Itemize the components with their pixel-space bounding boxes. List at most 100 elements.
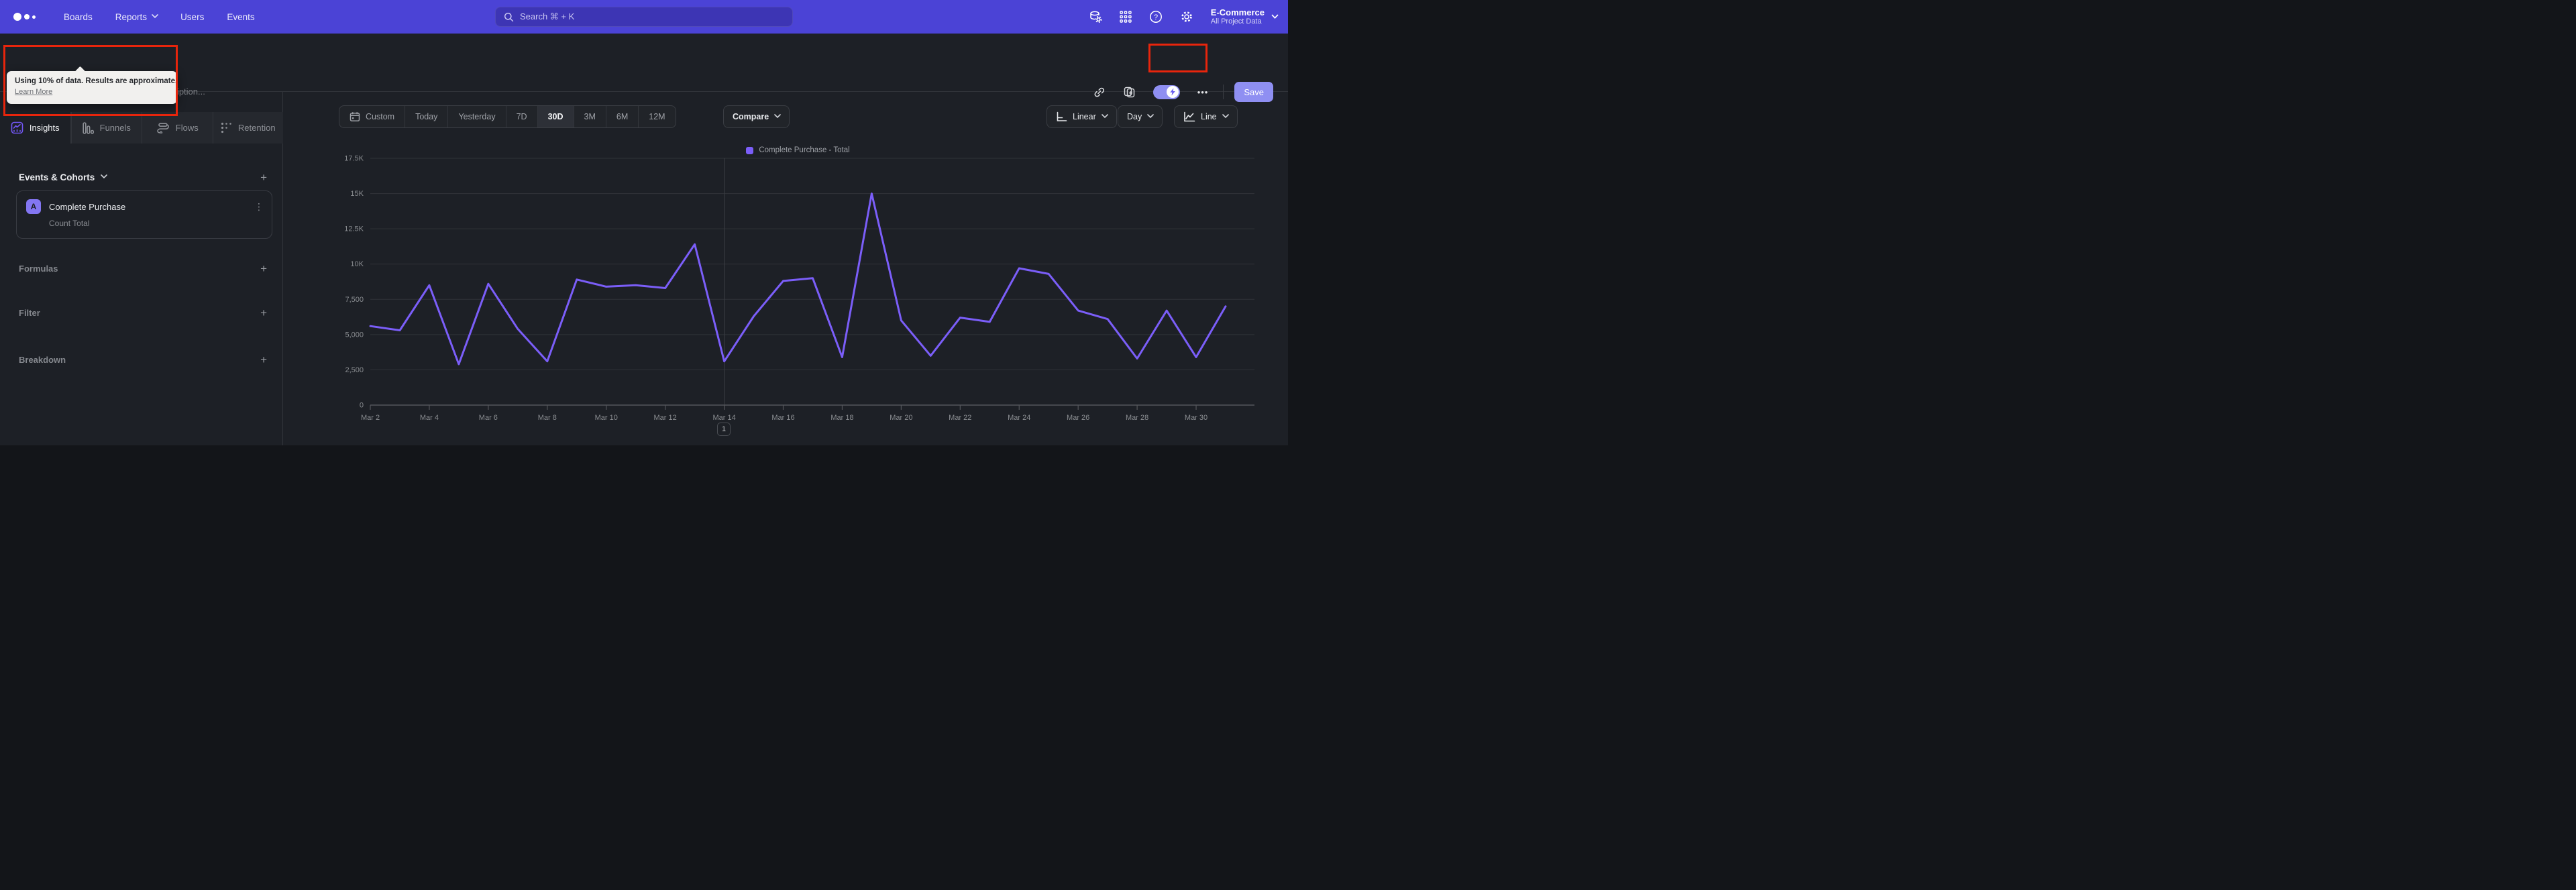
x-axis-label: Mar 12 [654, 414, 677, 422]
nav-label: Reports [115, 11, 148, 22]
nav-label: Events [227, 11, 255, 22]
add-breakdown-button[interactable]: + [260, 354, 267, 366]
range-6m[interactable]: 6M [605, 106, 638, 127]
event-metric[interactable]: Count Total [49, 219, 272, 228]
nav-label: Users [180, 11, 205, 22]
y-axis-label: 15K [350, 190, 364, 198]
tab-funnels[interactable]: Funnels [70, 112, 142, 144]
project-selector[interactable]: E-Commerce All Project Data [1211, 7, 1279, 26]
topbar-right-group: ? E-Commerce All Project Data [1089, 0, 1279, 34]
filter-label: Filter [19, 308, 40, 318]
x-axis-label: Mar 8 [538, 414, 557, 422]
search-placeholder: Search ⌘ + K [520, 11, 575, 21]
axis-icon [1056, 111, 1067, 122]
compare-label: Compare [733, 112, 769, 121]
help-icon[interactable]: ? [1149, 10, 1163, 23]
line-chart: 0 2,500 5,000 7,500 10K 12.5K 15K 17.5K Mar 2 Mar… [288, 154, 1281, 431]
x-axis-label: Mar 4 [420, 414, 439, 422]
duplicate-add-icon[interactable] [1123, 86, 1136, 99]
range-7d[interactable]: 7D [505, 106, 537, 127]
x-axis-label: Mar 24 [1008, 414, 1030, 422]
linear-dropdown[interactable]: Linear [1046, 105, 1117, 128]
range-label: 3M [584, 112, 596, 121]
y-axis-label: 17.5K [344, 155, 364, 163]
day-dropdown[interactable]: Day [1118, 105, 1163, 128]
header-actions: ••• Save [1093, 82, 1288, 102]
nav-item-events[interactable]: Events [227, 12, 254, 22]
chart-legend[interactable]: Complete Purchase - Total [370, 146, 1226, 154]
x-axis-label: Mar 16 [771, 414, 794, 422]
search-input[interactable]: Search ⌘ + K [495, 7, 793, 27]
range-today[interactable]: Today [405, 106, 447, 127]
legend-label: Complete Purchase - Total [759, 146, 850, 154]
kebab-menu-icon[interactable]: ⋮ [254, 201, 264, 213]
header-actions-divider [1223, 85, 1224, 99]
save-button[interactable]: Save [1234, 82, 1273, 102]
y-axis-label: 10K [350, 260, 364, 268]
range-label: 7D [516, 112, 527, 121]
range-30d[interactable]: 30D [537, 106, 574, 127]
report-header: Untitled Sampled + Add description... [0, 34, 1288, 102]
range-yesterday[interactable]: Yesterday [447, 106, 505, 127]
sampling-toggle[interactable] [1152, 85, 1180, 99]
tab-flows[interactable]: Flows [142, 112, 213, 144]
breakdown-label: Breakdown [19, 355, 66, 365]
retention-icon [221, 122, 232, 133]
search-icon [504, 12, 514, 22]
nav-item-users[interactable]: Users [180, 12, 204, 22]
learn-more-link[interactable]: Learn More [15, 88, 52, 96]
tab-label: Flows [175, 123, 199, 133]
line-dropdown[interactable]: Line [1174, 105, 1238, 128]
y-axis-label: 5,000 [345, 331, 364, 339]
data-management-icon[interactable] [1089, 10, 1102, 23]
events-cohorts-label[interactable]: Events & Cohorts [19, 172, 108, 182]
range-12m[interactable]: 12M [638, 106, 675, 127]
x-axis-label: Mar 20 [890, 414, 912, 422]
event-card[interactable]: A Complete Purchase ⋮ Count Total [16, 190, 272, 239]
more-menu[interactable]: ••• [1197, 87, 1209, 97]
range-label: 6M [616, 112, 629, 121]
range-custom[interactable]: Custom [339, 106, 405, 127]
tab-insights[interactable]: Insights [0, 112, 71, 144]
x-axis-label: Mar 18 [830, 414, 853, 422]
range-label: Yesterday [458, 112, 496, 121]
mixpanel-logo-icon[interactable] [13, 13, 36, 21]
event-name: Complete Purchase [49, 201, 126, 212]
funnels-icon [83, 121, 94, 134]
apps-grid-icon[interactable] [1120, 11, 1132, 23]
chevron-down-icon [1147, 113, 1155, 120]
settings-gear-icon[interactable] [1180, 10, 1193, 23]
top-nav-items: Boards Reports Users Events [64, 12, 255, 22]
insights-icon [11, 121, 23, 134]
x-axis-label: Mar 10 [595, 414, 618, 422]
range-label: Custom [366, 112, 395, 121]
tab-label: Funnels [99, 123, 131, 133]
report-type-tabs: Insights Funnels Flows Retention [0, 112, 283, 144]
chart-data-line[interactable] [369, 192, 1227, 366]
compare-button[interactable]: Compare [723, 105, 790, 128]
view-label: Day [1127, 112, 1142, 121]
flows-icon [156, 122, 170, 133]
range-3m[interactable]: 3M [573, 106, 606, 127]
x-axis-label: Mar 2 [361, 414, 380, 422]
add-formula-button[interactable]: + [260, 263, 267, 274]
tab-label: Retention [237, 123, 276, 133]
x-axis-label: Mar 28 [1126, 414, 1148, 422]
nav-label: Boards [64, 11, 93, 22]
mixpanel-app: Boards Reports Users Events Search ⌘ + K [0, 0, 1288, 445]
y-axis-label: 0 [360, 402, 364, 410]
nav-item-boards[interactable]: Boards [64, 12, 93, 22]
pagination-page[interactable]: 1 [717, 423, 731, 436]
add-event-button[interactable]: + [260, 172, 267, 183]
tab-retention[interactable]: Retention [212, 112, 283, 144]
share-link-icon[interactable] [1093, 86, 1106, 99]
x-axis-label: Mar 14 [712, 414, 735, 422]
nav-item-reports[interactable]: Reports [115, 12, 158, 22]
add-filter-button[interactable]: + [260, 307, 267, 319]
chevron-down-icon [152, 13, 158, 20]
formulas-section: Formulas + [19, 263, 267, 274]
y-axis-label: 7,500 [345, 296, 364, 304]
calendar-icon [350, 111, 360, 122]
tooltip-text: Using 10% of data. Results are approxima… [15, 77, 178, 85]
filter-section: Filter + [19, 307, 267, 319]
